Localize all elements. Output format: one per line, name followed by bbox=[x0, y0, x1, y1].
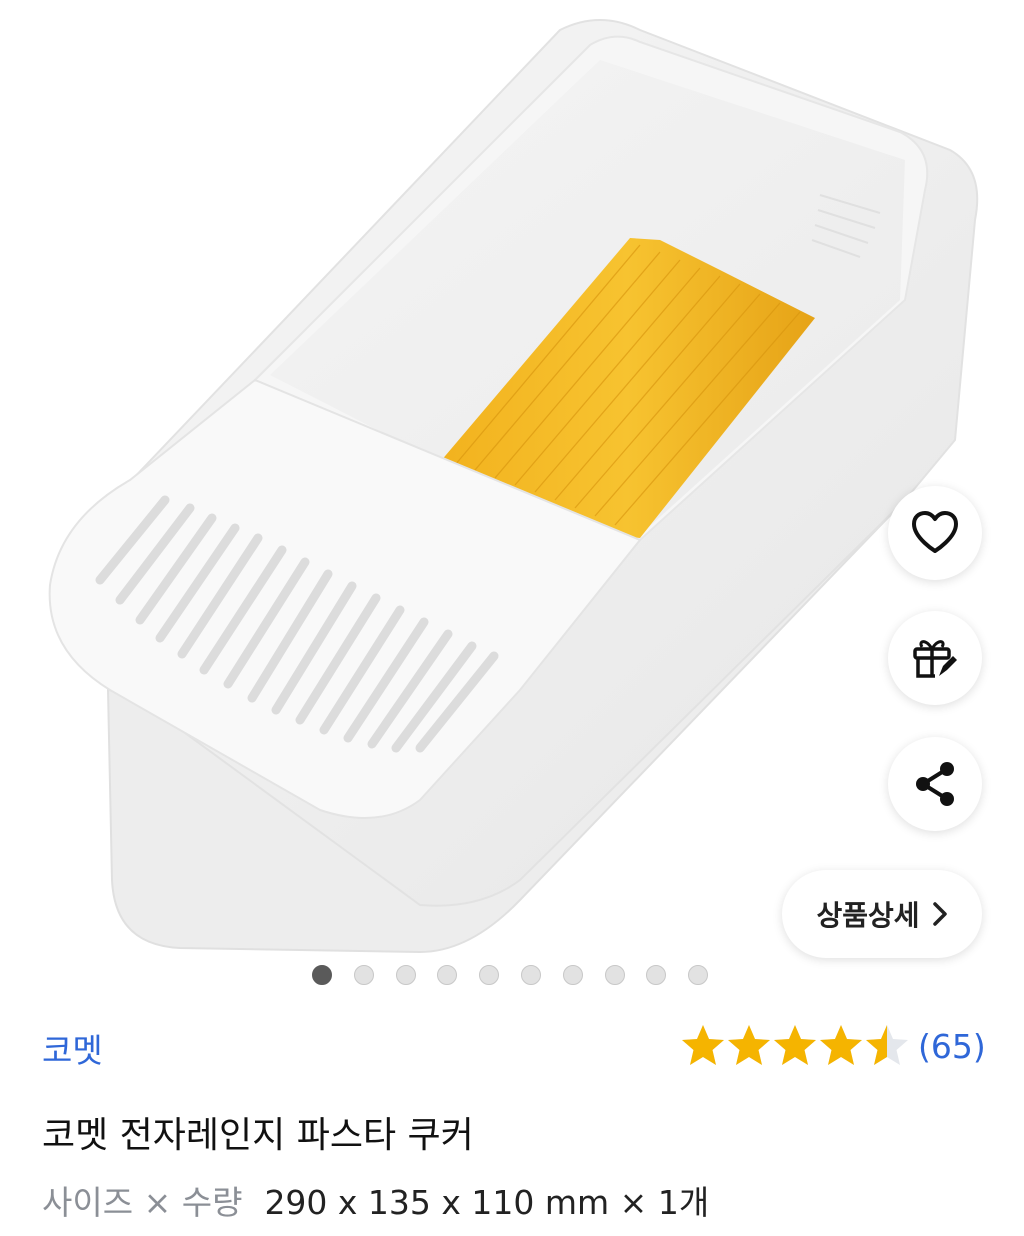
pagination-dot[interactable] bbox=[312, 965, 332, 985]
image-pagination[interactable] bbox=[312, 965, 712, 989]
product-image bbox=[48, 19, 979, 954]
rating[interactable]: (65) bbox=[680, 1022, 986, 1070]
pagination-dot[interactable] bbox=[353, 965, 374, 985]
star-icon bbox=[682, 1025, 724, 1065]
gift-icon bbox=[913, 640, 957, 678]
favorite-button[interactable] bbox=[888, 486, 982, 580]
product-spec: 사이즈 × 수량 290 x 135 x 110 mm × 1개 bbox=[42, 1176, 709, 1224]
star-icon bbox=[728, 1025, 770, 1065]
spec-value: 290 x 135 x 110 mm × 1개 bbox=[264, 1183, 710, 1222]
product-detail-button[interactable]: 상품상세 bbox=[782, 870, 982, 958]
star-icon bbox=[820, 1025, 862, 1065]
pagination-dot[interactable] bbox=[521, 965, 541, 985]
heart-icon bbox=[912, 511, 958, 553]
brand-link[interactable]: 코멧 bbox=[42, 1024, 103, 1072]
share-icon bbox=[916, 762, 954, 806]
product-image-gallery[interactable]: 상품상세 bbox=[0, 0, 1024, 1000]
pagination-dot[interactable] bbox=[395, 965, 416, 985]
chevron-right-icon bbox=[932, 902, 947, 926]
share-button[interactable] bbox=[888, 737, 982, 831]
spec-label: 사이즈 × 수량 bbox=[42, 1183, 243, 1222]
pagination-dot[interactable] bbox=[437, 965, 458, 985]
pagination-dot[interactable] bbox=[688, 965, 709, 985]
star-icon bbox=[774, 1025, 816, 1065]
rating-stars bbox=[680, 1023, 910, 1069]
pagination-dot[interactable] bbox=[562, 965, 583, 985]
product-title: 코멧 전자레인지 파스타 쿠커 bbox=[42, 1115, 474, 1156]
star-icon bbox=[866, 1025, 908, 1065]
gift-button[interactable] bbox=[888, 611, 982, 705]
review-count[interactable]: (65) bbox=[918, 1027, 986, 1066]
product-detail-label: 상품상세 bbox=[816, 899, 920, 932]
pagination-dot[interactable] bbox=[604, 965, 625, 985]
pagination-dot[interactable] bbox=[646, 965, 667, 985]
pagination-dot[interactable] bbox=[479, 965, 500, 985]
